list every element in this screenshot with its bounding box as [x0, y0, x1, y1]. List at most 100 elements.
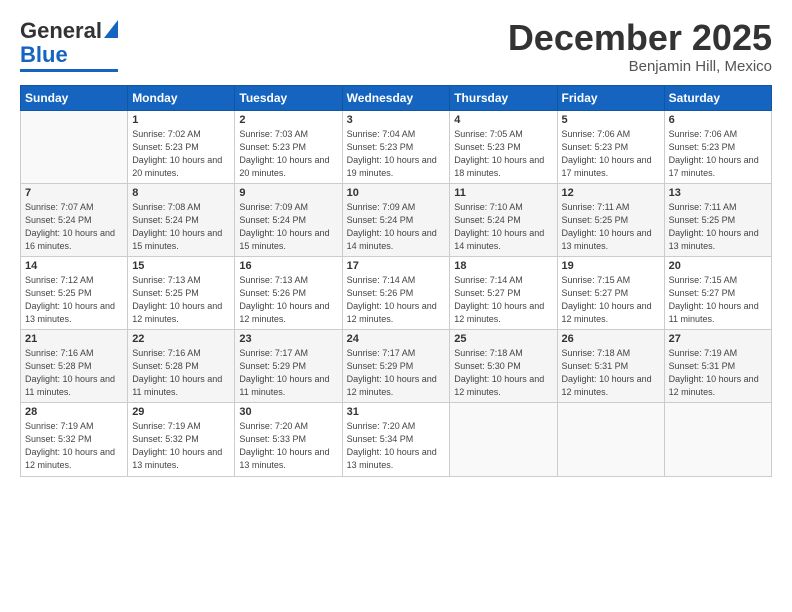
day-info: Sunrise: 7:13 AMSunset: 5:26 PMDaylight:…: [239, 274, 337, 326]
day-info: Sunrise: 7:15 AMSunset: 5:27 PMDaylight:…: [669, 274, 767, 326]
calendar-header-friday: Friday: [557, 85, 664, 110]
day-info: Sunrise: 7:20 AMSunset: 5:33 PMDaylight:…: [239, 420, 337, 472]
calendar-cell: 30 Sunrise: 7:20 AMSunset: 5:33 PMDayligh…: [235, 403, 342, 476]
day-info: Sunrise: 7:15 AMSunset: 5:27 PMDaylight:…: [562, 274, 660, 326]
day-number: 28: [25, 406, 123, 418]
calendar-cell: 18 Sunrise: 7:14 AMSunset: 5:27 PMDayligh…: [450, 256, 557, 329]
day-number: 30: [239, 406, 337, 418]
calendar-header-monday: Monday: [128, 85, 235, 110]
day-number: 15: [132, 260, 230, 272]
day-info: Sunrise: 7:11 AMSunset: 5:25 PMDaylight:…: [669, 201, 767, 253]
day-info: Sunrise: 7:17 AMSunset: 5:29 PMDaylight:…: [239, 347, 337, 399]
calendar-body: 1 Sunrise: 7:02 AMSunset: 5:23 PMDaylight…: [21, 110, 772, 476]
calendar-header-saturday: Saturday: [664, 85, 771, 110]
calendar-header-row: SundayMondayTuesdayWednesdayThursdayFrid…: [21, 85, 772, 110]
day-number: 5: [562, 114, 660, 126]
calendar-week-row: 28 Sunrise: 7:19 AMSunset: 5:32 PMDayligh…: [21, 403, 772, 476]
calendar-cell: 2 Sunrise: 7:03 AMSunset: 5:23 PMDaylight…: [235, 110, 342, 183]
day-info: Sunrise: 7:09 AMSunset: 5:24 PMDaylight:…: [347, 201, 446, 253]
day-info: Sunrise: 7:19 AMSunset: 5:31 PMDaylight:…: [669, 347, 767, 399]
day-number: 4: [454, 114, 552, 126]
day-info: Sunrise: 7:11 AMSunset: 5:25 PMDaylight:…: [562, 201, 660, 253]
day-number: 14: [25, 260, 123, 272]
calendar-cell: 27 Sunrise: 7:19 AMSunset: 5:31 PMDayligh…: [664, 330, 771, 403]
calendar-cell: 7Sunrise: 7:07 AMSunset: 5:24 PMDaylight…: [21, 183, 128, 256]
day-info: Sunrise: 7:18 AMSunset: 5:30 PMDaylight:…: [454, 347, 552, 399]
day-number: 23: [239, 333, 337, 345]
month-title: December 2025: [508, 18, 772, 58]
calendar-cell: 22Sunrise: 7:16 AMSunset: 5:28 PMDayligh…: [128, 330, 235, 403]
calendar-cell: 16 Sunrise: 7:13 AMSunset: 5:26 PMDayligh…: [235, 256, 342, 329]
day-number: 19: [562, 260, 660, 272]
logo-underline: [20, 69, 118, 72]
calendar-cell: [450, 403, 557, 476]
calendar-cell: 8 Sunrise: 7:08 AMSunset: 5:24 PMDaylight…: [128, 183, 235, 256]
day-info: Sunrise: 7:08 AMSunset: 5:24 PMDaylight:…: [132, 201, 230, 253]
day-number: 9: [239, 187, 337, 199]
day-number: 10: [347, 187, 446, 199]
calendar-cell: 28 Sunrise: 7:19 AMSunset: 5:32 PMDayligh…: [21, 403, 128, 476]
day-number: 3: [347, 114, 446, 126]
day-info: Sunrise: 7:13 AMSunset: 5:25 PMDaylight:…: [132, 274, 230, 326]
day-info: Sunrise: 7:12 AMSunset: 5:25 PMDaylight:…: [25, 274, 123, 326]
day-number: 1: [132, 114, 230, 126]
day-number: 8: [132, 187, 230, 199]
calendar-header-wednesday: Wednesday: [342, 85, 450, 110]
calendar-cell: 21 Sunrise: 7:16 AMSunset: 5:28 PMDayligh…: [21, 330, 128, 403]
logo-triangle-icon: [104, 20, 118, 43]
day-info: Sunrise: 7:02 AMSunset: 5:23 PMDaylight:…: [132, 128, 230, 180]
day-number: 21: [25, 333, 123, 345]
calendar-cell: 1 Sunrise: 7:02 AMSunset: 5:23 PMDaylight…: [128, 110, 235, 183]
calendar-cell: 20 Sunrise: 7:15 AMSunset: 5:27 PMDayligh…: [664, 256, 771, 329]
day-number: 18: [454, 260, 552, 272]
day-number: 16: [239, 260, 337, 272]
title-section: December 2025 Benjamin Hill, Mexico: [508, 18, 772, 75]
logo-blue: Blue: [20, 42, 68, 68]
day-number: 13: [669, 187, 767, 199]
calendar-cell: 23 Sunrise: 7:17 AMSunset: 5:29 PMDayligh…: [235, 330, 342, 403]
day-info: Sunrise: 7:19 AMSunset: 5:32 PMDaylight:…: [25, 420, 123, 472]
day-info: Sunrise: 7:06 AMSunset: 5:23 PMDaylight:…: [562, 128, 660, 180]
calendar-cell: 26Sunrise: 7:18 AMSunset: 5:31 PMDayligh…: [557, 330, 664, 403]
day-number: 17: [347, 260, 446, 272]
day-number: 31: [347, 406, 446, 418]
day-number: 20: [669, 260, 767, 272]
day-info: Sunrise: 7:19 AMSunset: 5:32 PMDaylight:…: [132, 420, 230, 472]
calendar-cell: 12 Sunrise: 7:11 AMSunset: 5:25 PMDayligh…: [557, 183, 664, 256]
calendar-header-thursday: Thursday: [450, 85, 557, 110]
day-number: 27: [669, 333, 767, 345]
day-info: Sunrise: 7:06 AMSunset: 5:23 PMDaylight:…: [669, 128, 767, 180]
day-info: Sunrise: 7:03 AMSunset: 5:23 PMDaylight:…: [239, 128, 337, 180]
calendar-cell: 15 Sunrise: 7:13 AMSunset: 5:25 PMDayligh…: [128, 256, 235, 329]
calendar-cell: 13 Sunrise: 7:11 AMSunset: 5:25 PMDayligh…: [664, 183, 771, 256]
day-info: Sunrise: 7:17 AMSunset: 5:29 PMDaylight:…: [347, 347, 446, 399]
calendar-cell: 31 Sunrise: 7:20 AMSunset: 5:34 PMDayligh…: [342, 403, 450, 476]
calendar: SundayMondayTuesdayWednesdayThursdayFrid…: [20, 85, 772, 477]
calendar-cell: [21, 110, 128, 183]
calendar-week-row: 21 Sunrise: 7:16 AMSunset: 5:28 PMDayligh…: [21, 330, 772, 403]
calendar-week-row: 14 Sunrise: 7:12 AMSunset: 5:25 PMDayligh…: [21, 256, 772, 329]
page: General Blue December 2025 Benjamin Hill…: [0, 0, 792, 612]
day-number: 26: [562, 333, 660, 345]
calendar-cell: 4Sunrise: 7:05 AMSunset: 5:23 PMDaylight…: [450, 110, 557, 183]
day-number: 12: [562, 187, 660, 199]
calendar-cell: 5 Sunrise: 7:06 AMSunset: 5:23 PMDaylight…: [557, 110, 664, 183]
day-info: Sunrise: 7:20 AMSunset: 5:34 PMDaylight:…: [347, 420, 446, 472]
day-number: 2: [239, 114, 337, 126]
day-info: Sunrise: 7:09 AMSunset: 5:24 PMDaylight:…: [239, 201, 337, 253]
calendar-cell: 19 Sunrise: 7:15 AMSunset: 5:27 PMDayligh…: [557, 256, 664, 329]
day-info: Sunrise: 7:14 AMSunset: 5:27 PMDaylight:…: [454, 274, 552, 326]
day-info: Sunrise: 7:10 AMSunset: 5:24 PMDaylight:…: [454, 201, 552, 253]
calendar-header-tuesday: Tuesday: [235, 85, 342, 110]
day-number: 11: [454, 187, 552, 199]
calendar-cell: 14 Sunrise: 7:12 AMSunset: 5:25 PMDayligh…: [21, 256, 128, 329]
calendar-cell: [664, 403, 771, 476]
day-info: Sunrise: 7:16 AMSunset: 5:28 PMDaylight:…: [25, 347, 123, 399]
calendar-cell: 24Sunrise: 7:17 AMSunset: 5:29 PMDayligh…: [342, 330, 450, 403]
calendar-cell: 25Sunrise: 7:18 AMSunset: 5:30 PMDayligh…: [450, 330, 557, 403]
header: General Blue December 2025 Benjamin Hill…: [20, 18, 772, 75]
logo: General Blue: [20, 18, 118, 72]
calendar-cell: 6Sunrise: 7:06 AMSunset: 5:23 PMDaylight…: [664, 110, 771, 183]
calendar-cell: 17Sunrise: 7:14 AMSunset: 5:26 PMDayligh…: [342, 256, 450, 329]
day-info: Sunrise: 7:16 AMSunset: 5:28 PMDaylight:…: [132, 347, 230, 399]
